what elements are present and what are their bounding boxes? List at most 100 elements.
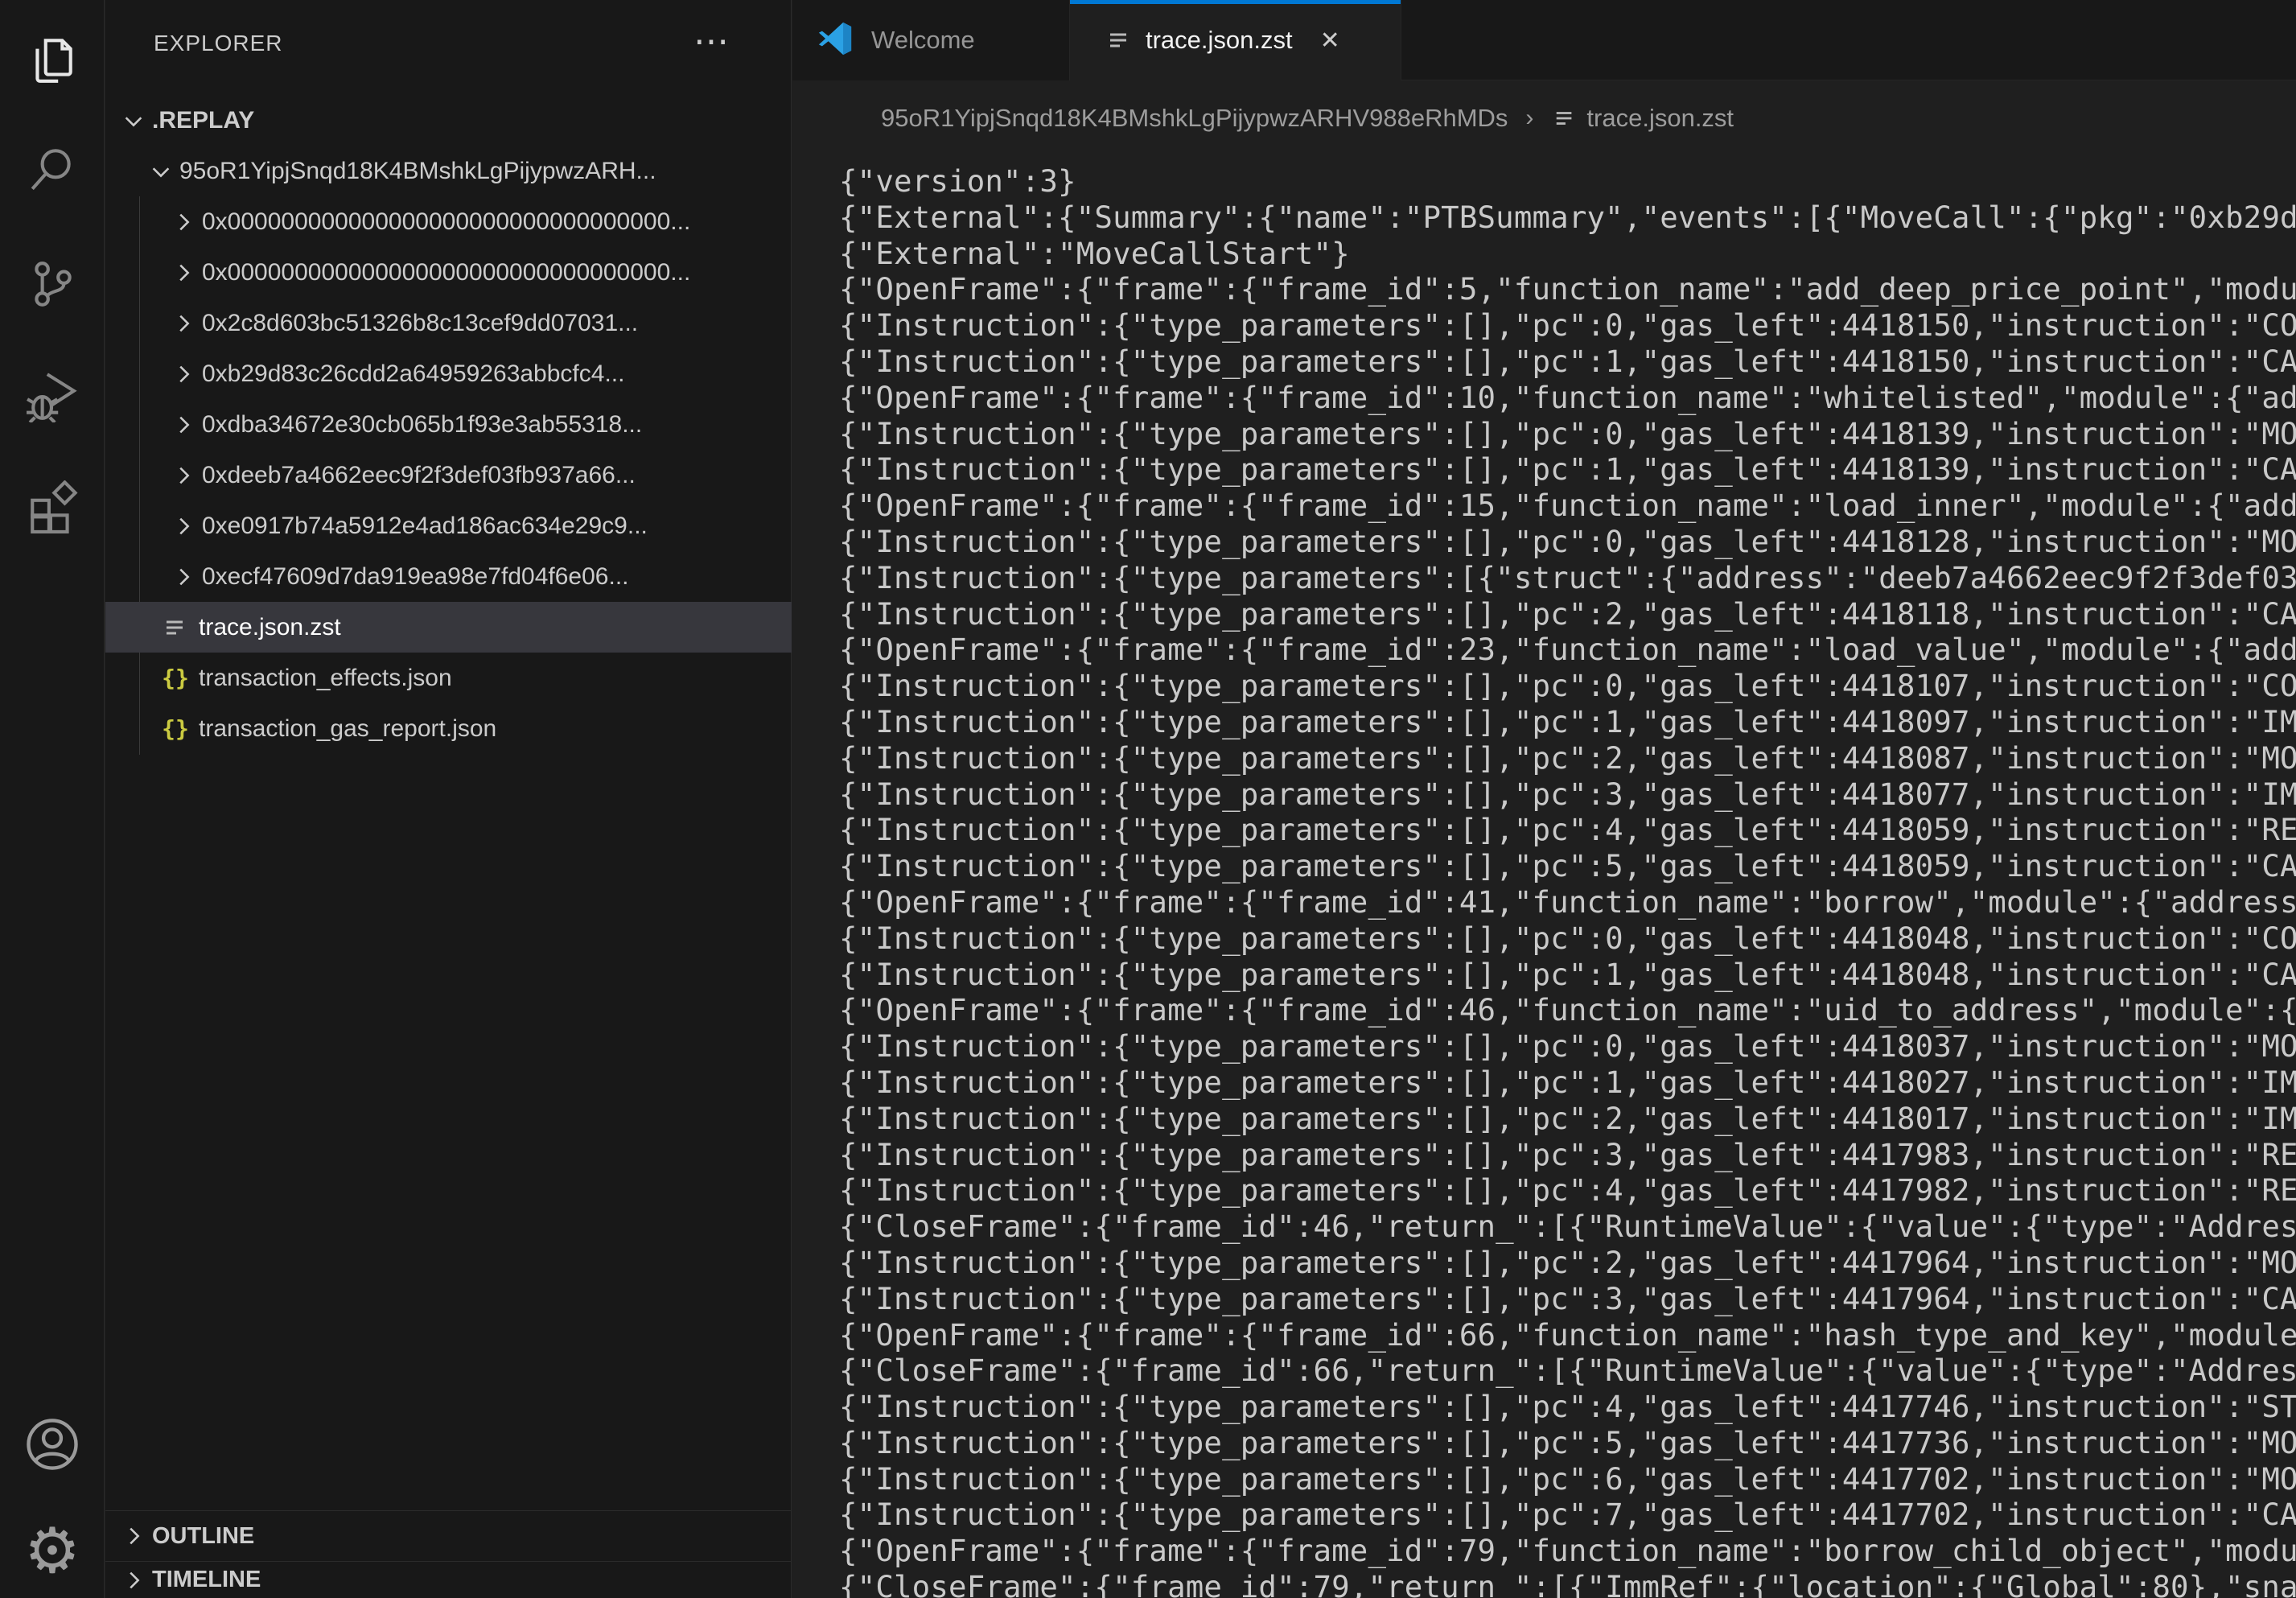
code-line: {"Instruction":{"type_parameters":[],"pc… (839, 1137, 2296, 1173)
code-line: {"version":3} (839, 163, 2296, 200)
vscode-window: ⚙ EXPLORER ⋯ .REPLAY 95oR1YipjSnqd18K4BM… (0, 0, 2296, 1598)
breadcrumb-file[interactable]: trace.json.zst (1551, 104, 1734, 133)
breadcrumb-file-label: trace.json.zst (1586, 104, 1734, 133)
chevron-right-icon (170, 360, 197, 388)
outline-section-label: OUTLINE (152, 1523, 254, 1550)
tree-item-label: 0xdeeb7a4662eec9f2f3def03fb937a66... (202, 462, 636, 489)
code-line: {"OpenFrame":{"frame":{"frame_id":15,"fu… (839, 488, 2296, 524)
code-line: {"Instruction":{"type_parameters":[],"pc… (839, 1065, 2296, 1101)
breadcrumb: 95oR1YipjSnqd18K4BMshkLgPijypwzARHV988eR… (792, 80, 2296, 156)
tree-item-label: 0xb29d83c26cdd2a64959263abbcfc4... (202, 360, 624, 388)
code-line: {"Instruction":{"type_parameters":[],"pc… (839, 1461, 2296, 1497)
tree-item-effects-file[interactable]: {} transaction_effects.json (105, 653, 792, 703)
tree-folder-label: 95oR1YipjSnqd18K4BMshkLgPijypwzARH... (179, 158, 656, 185)
search-activity-button[interactable] (0, 125, 105, 213)
tree-item-label: 0x000000000000000000000000000000000... (202, 259, 690, 286)
code-line: {"CloseFrame":{"frame_id":79,"return_":[… (839, 1569, 2296, 1598)
code-line: {"Instruction":{"type_parameters":[],"pc… (839, 1497, 2296, 1533)
settings-button[interactable]: ⚙ (0, 1506, 105, 1595)
tree-folder-root[interactable]: 95oR1YipjSnqd18K4BMshkLgPijypwzARH... (105, 146, 792, 196)
timeline-section-header[interactable]: TIMELINE (105, 1561, 791, 1598)
code-line: {"Instruction":{"type_parameters":[{"str… (839, 560, 2296, 596)
tab-trace-json-zst[interactable]: trace.json.zst ✕ (1070, 0, 1401, 80)
code-line: {"OpenFrame":{"frame":{"frame_id":23,"fu… (839, 632, 2296, 668)
source-control-icon (26, 257, 79, 311)
code-line: {"OpenFrame":{"frame":{"frame_id":41,"fu… (839, 884, 2296, 920)
outline-section-header[interactable]: OUTLINE (105, 1510, 791, 1561)
code-line: {"OpenFrame":{"frame":{"frame_id":66,"fu… (839, 1317, 2296, 1353)
tab-label: Welcome (871, 26, 975, 55)
code-line: {"Instruction":{"type_parameters":[],"pc… (839, 1245, 2296, 1281)
code-line: {"Instruction":{"type_parameters":[],"pc… (839, 776, 2296, 813)
chevron-down-icon (120, 107, 147, 134)
tree-item-address[interactable]: 0xdeeb7a4662eec9f2f3def03fb937a66... (105, 450, 792, 500)
tree-item-address[interactable]: 0xecf47609d7da919ea98e7fd04f6e06... (105, 551, 792, 602)
close-icon[interactable]: ✕ (1320, 27, 1340, 55)
tree-item-address[interactable]: 0xe0917b74a5912e4ad186ac634e29c9... (105, 500, 792, 551)
tree-item-label: 0x000000000000000000000000000000000... (202, 208, 690, 236)
chevron-right-icon (170, 310, 197, 337)
code-line: {"Instruction":{"type_parameters":[],"pc… (839, 812, 2296, 848)
source-control-activity-button[interactable] (0, 240, 105, 328)
file-tree: .REPLAY 95oR1YipjSnqd18K4BMshkLgPijypwzA… (105, 0, 791, 1505)
files-icon (26, 34, 79, 87)
explorer-sidebar: EXPLORER ⋯ .REPLAY 95oR1YipjSnqd18K4BMsh… (105, 0, 792, 1598)
tree-item-address[interactable]: 0x000000000000000000000000000000000... (105, 247, 792, 298)
code-line: {"Instruction":{"type_parameters":[],"pc… (839, 344, 2296, 380)
tree-item-address[interactable]: 0xb29d83c26cdd2a64959263abbcfc4... (105, 348, 792, 399)
chevron-down-icon (147, 158, 175, 185)
list-icon (1551, 105, 1578, 132)
code-line: {"Instruction":{"type_parameters":[],"pc… (839, 1101, 2296, 1137)
code-line: {"Instruction":{"type_parameters":[],"pc… (839, 1172, 2296, 1209)
list-icon (1105, 27, 1133, 54)
json-braces-icon: {} (162, 715, 189, 743)
tree-item-trace-file[interactable]: trace.json.zst (105, 602, 792, 653)
code-line: {"OpenFrame":{"frame":{"frame_id":79,"fu… (839, 1533, 2296, 1569)
code-line: {"Instruction":{"type_parameters":[],"pc… (839, 704, 2296, 740)
run-debug-activity-button[interactable] (0, 352, 105, 440)
chevron-right-icon (170, 259, 197, 286)
breadcrumb-folder[interactable]: 95oR1YipjSnqd18K4BMshkLgPijypwzARHV988eR… (881, 104, 1508, 133)
breadcrumb-separator: › (1525, 105, 1533, 132)
search-icon (26, 142, 79, 196)
tree-item-gas-report-file[interactable]: {} transaction_gas_report.json (105, 703, 792, 754)
tree-item-address[interactable]: 0x000000000000000000000000000000000... (105, 196, 792, 247)
tab-label: trace.json.zst (1146, 26, 1293, 55)
tree-section-label: .REPLAY (152, 107, 254, 134)
code-line: {"Instruction":{"type_parameters":[],"pc… (839, 307, 2296, 344)
code-line: {"Instruction":{"type_parameters":[],"pc… (839, 957, 2296, 993)
chevron-right-icon (170, 513, 197, 540)
extensions-icon (26, 480, 79, 533)
account-button[interactable] (0, 1400, 105, 1489)
code-line: {"OpenFrame":{"frame":{"frame_id":10,"fu… (839, 380, 2296, 416)
tab-welcome[interactable]: Welcome (792, 0, 1070, 80)
vscode-logo-icon (817, 20, 854, 61)
tree-item-address[interactable]: 0x2c8d603bc51326b8c13cef9dd07031... (105, 298, 792, 348)
tree-section-replay[interactable]: .REPLAY (105, 95, 792, 146)
code-line: {"Instruction":{"type_parameters":[],"pc… (839, 740, 2296, 776)
editor-content[interactable]: {"version":3}{"External":{"Summary":{"na… (792, 156, 2296, 1598)
tree-item-label: 0xecf47609d7da919ea98e7fd04f6e06... (202, 563, 629, 591)
extensions-activity-button[interactable] (0, 463, 105, 551)
tree-item-address[interactable]: 0xdba34672e30cb065b1f93e3ab55318... (105, 399, 792, 450)
code-line: {"Instruction":{"type_parameters":[],"pc… (839, 524, 2296, 560)
editor-group: Welcome trace.json.zst ✕ 95oR1YipjSnqd18… (792, 0, 2296, 1598)
code-line: {"OpenFrame":{"frame":{"frame_id":5,"fun… (839, 271, 2296, 307)
chevron-right-icon (120, 1522, 147, 1550)
tree-item-label: 0xe0917b74a5912e4ad186ac634e29c9... (202, 513, 648, 540)
explorer-activity-button[interactable] (0, 16, 105, 105)
list-icon (162, 614, 189, 641)
code-line: {"Instruction":{"type_parameters":[],"pc… (839, 1028, 2296, 1065)
sidebar-bottom-sections: OUTLINE TIMELINE (105, 1510, 791, 1598)
code-line: {"External":"MoveCallStart"} (839, 236, 2296, 272)
code-line: {"OpenFrame":{"frame":{"frame_id":46,"fu… (839, 992, 2296, 1028)
code-line: {"Instruction":{"type_parameters":[],"pc… (839, 1389, 2296, 1425)
code-line: {"Instruction":{"type_parameters":[],"pc… (839, 416, 2296, 452)
chevron-right-icon (170, 411, 197, 439)
code-line: {"Instruction":{"type_parameters":[],"pc… (839, 848, 2296, 884)
code-line: {"Instruction":{"type_parameters":[],"pc… (839, 668, 2296, 704)
tree-item-label: transaction_gas_report.json (199, 715, 496, 743)
code-line: {"Instruction":{"type_parameters":[],"pc… (839, 1281, 2296, 1317)
activity-bar: ⚙ (0, 0, 105, 1598)
tree-item-label: transaction_effects.json (199, 665, 452, 692)
